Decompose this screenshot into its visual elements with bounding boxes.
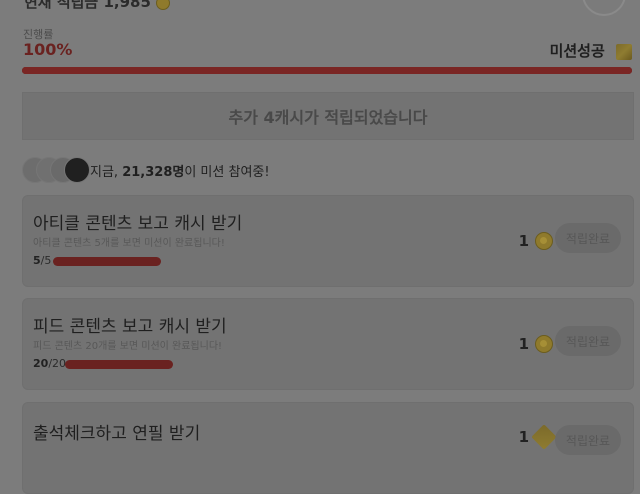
mission-reward: 1	[519, 335, 553, 353]
reward-amount: 1	[518, 335, 529, 353]
pencil-icon	[531, 424, 557, 450]
participants-text: 지금, 21,328명이 미션 참여중!	[90, 161, 270, 180]
participants-suffix: 이 미션 참여중!	[184, 164, 270, 180]
mission-count: 5/5	[33, 254, 51, 267]
mission-progress-bar	[65, 360, 173, 369]
participants-prefix: 지금,	[90, 164, 119, 180]
mission-reward: 1	[518, 424, 557, 450]
mission-count-current: 5	[33, 254, 41, 267]
mission-progress-bar	[53, 257, 161, 266]
coin-icon	[535, 232, 553, 250]
coin-icon	[535, 335, 553, 353]
mission-description: 피드 콘텐츠 20개를 보면 미션이 완료됩니다!	[33, 341, 223, 352]
participants-row: 지금, 21,328명이 미션 참여중!	[22, 157, 270, 183]
mission-card-article[interactable]: 아티클 콘텐츠 보고 캐시 받기 아티클 콘텐츠 5개를 보면 미션이 완료됩니…	[22, 195, 634, 287]
mission-reward: 1	[519, 232, 553, 250]
mission-success-label: 미션성공	[549, 42, 605, 60]
participants-count: 21,328명	[122, 164, 185, 180]
progress-bar	[22, 67, 632, 74]
mission-count-total: /5	[40, 254, 52, 267]
mission-card-attendance[interactable]: 출석체크하고 연필 받기 1 적립완료	[22, 402, 634, 494]
mission-count: 20/20	[33, 357, 66, 370]
mission-description: 아티클 콘텐츠 5개를 보면 미션이 완료됩니다!	[33, 238, 225, 249]
progress-percent: 100%	[23, 40, 73, 59]
coin-icon	[156, 0, 171, 10]
reward-claimed-button[interactable]: 적립완료	[555, 326, 621, 356]
avatar	[64, 157, 90, 183]
avatar[interactable]	[582, 0, 626, 16]
total-points-label: 현재 적립금 1,985	[24, 0, 171, 12]
reward-amount: 1	[518, 232, 529, 250]
reward-claimed-button[interactable]: 적립완료	[555, 223, 621, 253]
mission-count-current: 20	[33, 357, 49, 370]
mission-title: 아티클 콘텐츠 보고 캐시 받기	[33, 214, 243, 234]
banner-text: 추가 4캐시가 적립되었습니다	[228, 108, 428, 127]
mission-count-total: /20	[48, 357, 67, 370]
party-popper-icon	[616, 43, 632, 60]
reward-amount: 1	[518, 428, 529, 446]
total-points-text: 현재 적립금 1,985	[24, 0, 151, 11]
cash-added-banner: 추가 4캐시가 적립되었습니다	[22, 92, 634, 140]
progress-bar-fill	[22, 67, 632, 74]
mission-title: 출석체크하고 연필 받기	[33, 424, 201, 444]
mission-title: 피드 콘텐츠 보고 캐시 받기	[33, 317, 227, 337]
participant-avatars	[22, 157, 90, 183]
mission-success: 미션성공	[550, 40, 632, 61]
reward-claimed-button[interactable]: 적립완료	[555, 425, 621, 455]
mission-card-feed[interactable]: 피드 콘텐츠 보고 캐시 받기 피드 콘텐츠 20개를 보면 미션이 완료됩니다…	[22, 298, 634, 390]
